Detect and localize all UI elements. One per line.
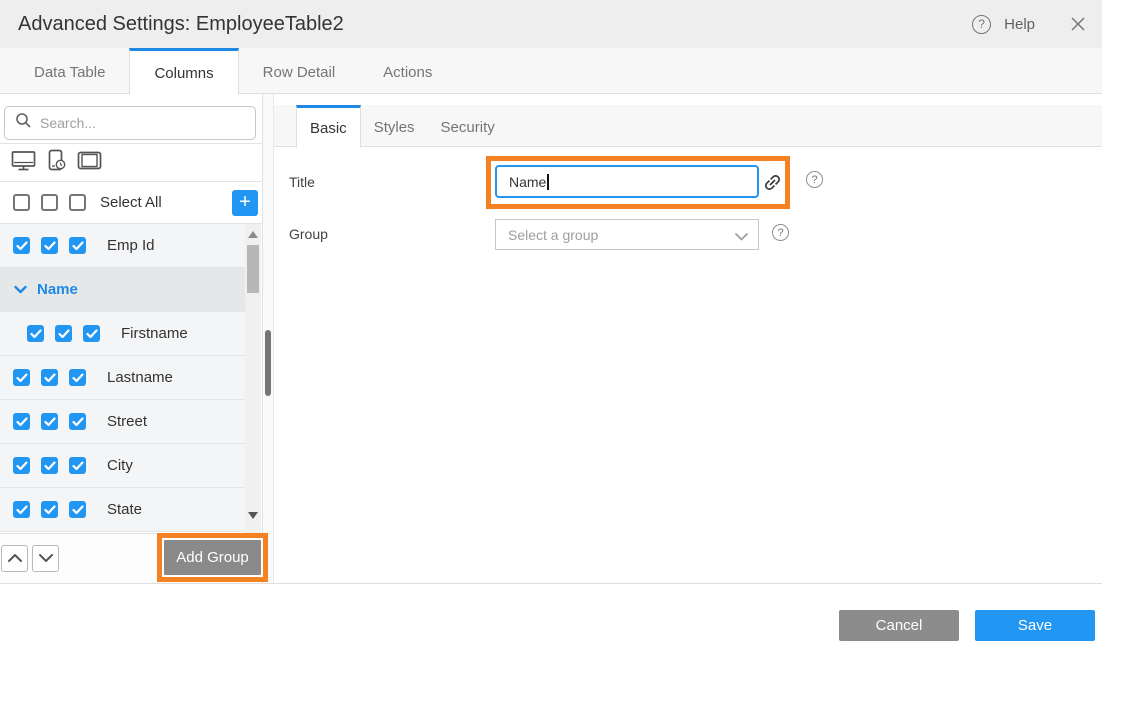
group-select-placeholder: Select a group	[508, 227, 598, 243]
column-visibility-checkbox[interactable]	[55, 325, 72, 342]
phone-icon	[45, 149, 68, 177]
help-icon[interactable]: ?	[972, 15, 991, 34]
cancel-button[interactable]: Cancel	[839, 610, 959, 641]
group-select[interactable]: Select a group	[495, 219, 759, 250]
add-group-highlight: Add Group	[157, 533, 268, 582]
tab-security[interactable]: Security	[428, 105, 508, 147]
scroll-down-arrow-icon[interactable]	[248, 512, 258, 519]
column-settings-panel: BasicStylesSecurity Title Name ? Group S…	[274, 94, 1102, 583]
column-visibility-checkbox[interactable]	[69, 237, 86, 254]
column-row-city[interactable]: City	[0, 444, 245, 488]
desktop-icon	[11, 149, 36, 177]
tab-columns[interactable]: Columns	[129, 48, 238, 95]
chevron-down-icon	[38, 550, 54, 568]
column-visibility-checkbox[interactable]	[13, 501, 30, 518]
column-row-label: Lastname	[107, 369, 173, 386]
title-field-highlight: Name	[486, 156, 790, 209]
column-row-label: Emp Id	[107, 237, 155, 254]
device-column-icons	[0, 143, 262, 182]
select-all-row: Select All +	[0, 182, 262, 224]
chevron-down-icon[interactable]	[11, 280, 30, 299]
tab-styles[interactable]: Styles	[361, 105, 428, 147]
dialog-title: Advanced Settings: EmployeeTable2	[18, 13, 344, 36]
chevron-up-icon	[7, 550, 23, 568]
column-visibility-checkbox[interactable]	[13, 237, 30, 254]
column-row-label: Firstname	[121, 325, 188, 342]
title-input-value: Name	[509, 174, 546, 190]
column-visibility-checkbox[interactable]	[41, 457, 58, 474]
column-row-label: City	[107, 457, 133, 474]
column-row-state[interactable]: State	[0, 488, 245, 532]
add-group-button[interactable]: Add Group	[164, 540, 261, 575]
group-row-name[interactable]: Name	[0, 268, 245, 312]
title-help-icon[interactable]: ?	[806, 171, 823, 188]
tablet-icon	[77, 150, 102, 176]
column-visibility-checkbox[interactable]	[13, 194, 30, 211]
column-visibility-checkbox[interactable]	[13, 413, 30, 430]
column-visibility-checkbox[interactable]	[69, 501, 86, 518]
column-visibility-checkbox[interactable]	[41, 501, 58, 518]
column-visibility-checkbox[interactable]	[69, 457, 86, 474]
advanced-settings-dialog: Advanced Settings: EmployeeTable2 ? Help…	[0, 0, 1102, 717]
column-list-scrollbar[interactable]	[245, 224, 261, 533]
save-button[interactable]: Save	[975, 610, 1095, 641]
column-row-firstname[interactable]: Firstname	[0, 312, 245, 356]
tab-row-detail[interactable]: Row Detail	[239, 48, 360, 94]
columns-sidebar: Search... Select All +	[0, 94, 262, 583]
column-visibility-checkbox[interactable]	[41, 369, 58, 386]
group-help-icon[interactable]: ?	[772, 224, 789, 241]
tab-data-table[interactable]: Data Table	[10, 48, 129, 94]
panel-scrollbar-thumb[interactable]	[265, 330, 271, 396]
column-visibility-checkbox[interactable]	[27, 325, 44, 342]
column-list: Emp Id Name Firstname Lastname Street City Sta…	[0, 224, 262, 533]
title-field-label: Title	[289, 174, 315, 190]
column-visibility-checkbox[interactable]	[41, 237, 58, 254]
select-all-checkboxes	[13, 194, 97, 211]
column-visibility-checkbox[interactable]	[41, 413, 58, 430]
close-icon[interactable]	[1070, 16, 1086, 32]
column-visibility-checkbox[interactable]	[41, 194, 58, 211]
scroll-up-arrow-icon[interactable]	[248, 231, 258, 238]
column-row-emp-id[interactable]: Emp Id	[0, 224, 245, 268]
help-label[interactable]: Help	[1004, 16, 1035, 33]
tab-basic[interactable]: Basic	[296, 105, 361, 148]
group-row-label: Name	[37, 281, 78, 298]
panel-scrollbar[interactable]	[262, 94, 274, 583]
footer-divider	[0, 583, 1102, 584]
column-visibility-checkbox[interactable]	[13, 457, 30, 474]
dialog-body: Search... Select All +	[0, 94, 1102, 583]
search-input[interactable]: Search...	[4, 106, 256, 140]
header-actions: ? Help	[972, 0, 1086, 48]
move-down-button[interactable]	[32, 545, 59, 572]
link-icon[interactable]	[762, 172, 783, 198]
column-row-label: State	[107, 501, 142, 518]
column-visibility-checkbox[interactable]	[69, 194, 86, 211]
dialog-header: Advanced Settings: EmployeeTable2 ? Help	[0, 0, 1102, 48]
main-tabbar: Data TableColumnsRow DetailActions	[0, 48, 1102, 94]
screen: Advanced Settings: EmployeeTable2 ? Help…	[0, 0, 1148, 717]
move-up-button[interactable]	[1, 545, 28, 572]
column-row-street[interactable]: Street	[0, 400, 245, 444]
search-placeholder: Search...	[40, 115, 96, 131]
column-visibility-checkbox[interactable]	[69, 413, 86, 430]
group-field-label: Group	[289, 226, 328, 242]
add-column-button[interactable]: +	[232, 190, 258, 216]
column-visibility-checkbox[interactable]	[83, 325, 100, 342]
chevron-down-icon	[734, 229, 749, 245]
column-row-lastname[interactable]: Lastname	[0, 356, 245, 400]
panel-tabbar: BasicStylesSecurity	[274, 105, 1102, 147]
column-visibility-checkbox[interactable]	[13, 369, 30, 386]
tab-actions[interactable]: Actions	[359, 48, 456, 94]
search-icon	[15, 112, 32, 134]
column-visibility-checkbox[interactable]	[69, 369, 86, 386]
scrollbar-thumb[interactable]	[247, 245, 259, 293]
text-cursor	[547, 174, 549, 190]
column-row-label: Street	[107, 413, 147, 430]
title-input[interactable]: Name	[495, 165, 759, 198]
select-all-label: Select All	[100, 194, 162, 211]
